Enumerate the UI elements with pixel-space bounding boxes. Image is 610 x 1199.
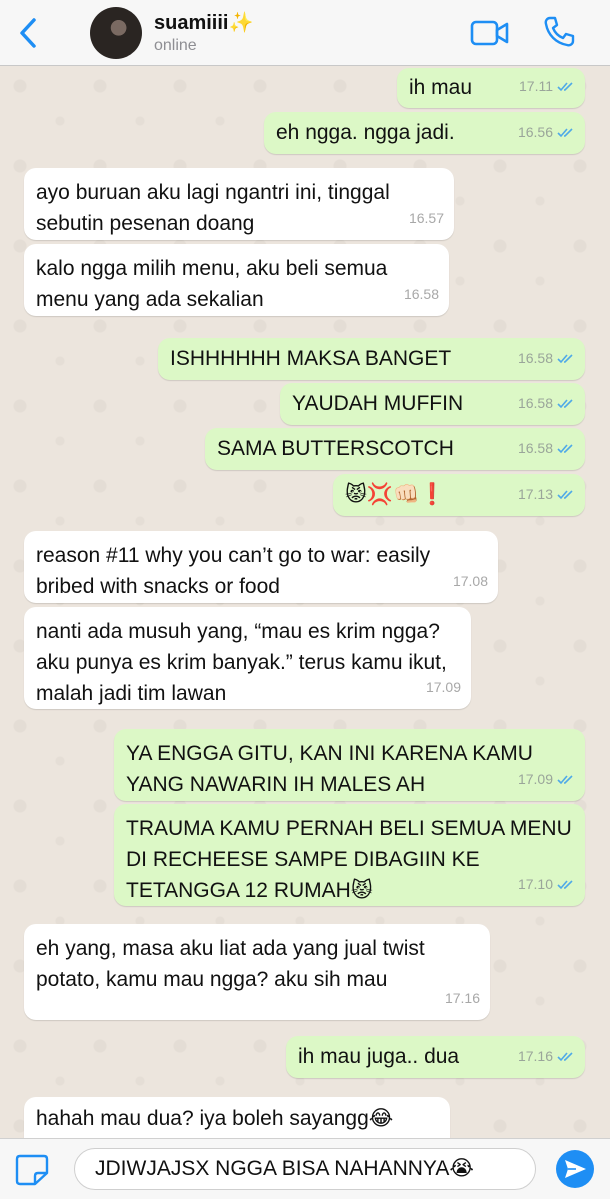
message-time: 16.57 xyxy=(408,210,444,226)
message-text: ih mau xyxy=(409,76,473,99)
message-time: 17.09 xyxy=(425,679,461,695)
chat-area[interactable]: ih mau 17.11 eh ngga. ngga jadi. 16.56 a… xyxy=(0,66,610,1138)
read-ticks-icon xyxy=(557,399,573,409)
message-time: 16.58 xyxy=(517,440,553,456)
message-bubble[interactable]: ayo buruan aku lagi ngantri ini, tinggal… xyxy=(24,168,454,240)
read-ticks-icon xyxy=(557,490,573,500)
message-time: 17.11 xyxy=(519,78,553,94)
message-text: eh yang, masa aku liat ada yang jual twi… xyxy=(36,937,431,991)
read-ticks-icon xyxy=(557,82,573,92)
contact-status: online xyxy=(154,37,197,54)
phone-call-icon[interactable] xyxy=(542,15,576,49)
message-meta: 17.11 xyxy=(519,71,575,102)
message-bubble[interactable]: SAMA BUTTERSCOTCH 16.58 xyxy=(205,428,585,470)
message-meta: 17.08 xyxy=(453,566,488,597)
message-time: 16.58 xyxy=(403,286,439,302)
read-ticks-icon xyxy=(557,1052,573,1062)
message-text: YA ENGGA GITU, KAN INI KARENA KAMU YANG … xyxy=(126,742,539,796)
message-bubble[interactable]: nanti ada musuh yang, “mau es krim ngga?… xyxy=(24,607,471,709)
message-bubble[interactable]: ih mau 17.11 xyxy=(397,68,585,108)
message-text: SAMA BUTTERSCOTCH xyxy=(217,437,454,460)
read-ticks-icon xyxy=(557,880,573,890)
back-chevron-icon[interactable] xyxy=(14,16,44,50)
message-meta: 16.58 xyxy=(518,343,575,374)
message-time: 17.08 xyxy=(452,573,488,589)
send-button[interactable] xyxy=(556,1150,594,1188)
message-time: 17.16 xyxy=(517,1048,553,1064)
message-time: 17.13 xyxy=(517,486,553,502)
message-text: TRAUMA KAMU PERNAH BELI SEMUA MENU DI RE… xyxy=(126,817,578,902)
message-time: 17.09 xyxy=(517,771,553,787)
message-text: reason #11 why you can’t go to war: easi… xyxy=(36,544,437,598)
chat-header: suamiiii✨ online xyxy=(0,0,610,66)
message-meta: 16.58 xyxy=(518,388,575,419)
message-meta: 17.09 xyxy=(518,764,575,795)
message-input[interactable]: JDIWJAJSX NGGA BISA NAHANNYA😭 xyxy=(74,1148,536,1190)
read-ticks-icon xyxy=(557,444,573,454)
message-bubble[interactable]: YAUDAH MUFFIN 16.58 xyxy=(280,383,585,425)
message-bubble[interactable]: eh yang, masa aku liat ada yang jual twi… xyxy=(24,924,490,1020)
message-text: 😾💢👊🏻❗ xyxy=(345,483,446,506)
message-bubble[interactable]: YA ENGGA GITU, KAN INI KARENA KAMU YANG … xyxy=(114,729,585,801)
message-meta: 17.16 xyxy=(445,983,480,1014)
message-bubble[interactable]: reason #11 why you can’t go to war: easi… xyxy=(24,531,498,603)
composer-bar: JDIWJAJSX NGGA BISA NAHANNYA😭 xyxy=(0,1138,610,1199)
avatar[interactable] xyxy=(90,7,142,59)
message-time: 17.10 xyxy=(517,876,553,892)
message-meta: 16.57 xyxy=(409,203,444,234)
message-text: hahah mau dua? iya boleh sayangg😂 xyxy=(36,1107,394,1130)
message-meta: 16.58 xyxy=(518,433,575,464)
read-ticks-icon xyxy=(557,775,573,785)
message-bubble[interactable]: hahah mau dua? iya boleh sayangg😂 xyxy=(24,1097,450,1138)
message-text: nanti ada musuh yang, “mau es krim ngga?… xyxy=(36,620,453,705)
message-meta: 16.58 xyxy=(404,279,439,310)
message-meta: 17.13 xyxy=(518,479,575,510)
message-time: 16.58 xyxy=(517,395,553,411)
message-bubble[interactable]: ih mau juga.. dua 17.16 xyxy=(286,1036,585,1078)
message-text: kalo ngga milih menu, aku beli semua men… xyxy=(36,257,394,311)
message-text: eh ngga. ngga jadi. xyxy=(276,121,455,144)
message-text: ih mau juga.. dua xyxy=(298,1045,460,1068)
message-time: 16.56 xyxy=(517,124,553,140)
message-time: 17.16 xyxy=(444,990,480,1006)
message-meta: 16.56 xyxy=(518,117,575,148)
message-meta: 17.09 xyxy=(426,672,461,703)
message-text: ayo buruan aku lagi ngantri ini, tinggal… xyxy=(36,181,396,235)
message-bubble[interactable]: eh ngga. ngga jadi. 16.56 xyxy=(264,112,585,154)
message-time: 16.58 xyxy=(517,350,553,366)
message-bubble[interactable]: TRAUMA KAMU PERNAH BELI SEMUA MENU DI RE… xyxy=(114,804,585,906)
message-meta: 17.10 xyxy=(518,869,575,900)
message-meta: 17.16 xyxy=(518,1041,575,1072)
message-text: YAUDAH MUFFIN xyxy=(292,392,464,415)
send-icon xyxy=(565,1160,586,1178)
message-bubble[interactable]: ISHHHHHH MAKSA BANGET 16.58 xyxy=(158,338,585,380)
message-bubble[interactable]: kalo ngga milih menu, aku beli semua men… xyxy=(24,244,449,316)
message-text: ISHHHHHH MAKSA BANGET xyxy=(170,347,452,370)
video-call-icon[interactable] xyxy=(470,18,510,48)
read-ticks-icon xyxy=(557,128,573,138)
read-ticks-icon xyxy=(557,354,573,364)
contact-name[interactable]: suamiiii✨ xyxy=(154,10,253,35)
message-bubble[interactable]: 😾💢👊🏻❗ 17.13 xyxy=(333,474,585,516)
attach-icon[interactable] xyxy=(14,1153,50,1187)
